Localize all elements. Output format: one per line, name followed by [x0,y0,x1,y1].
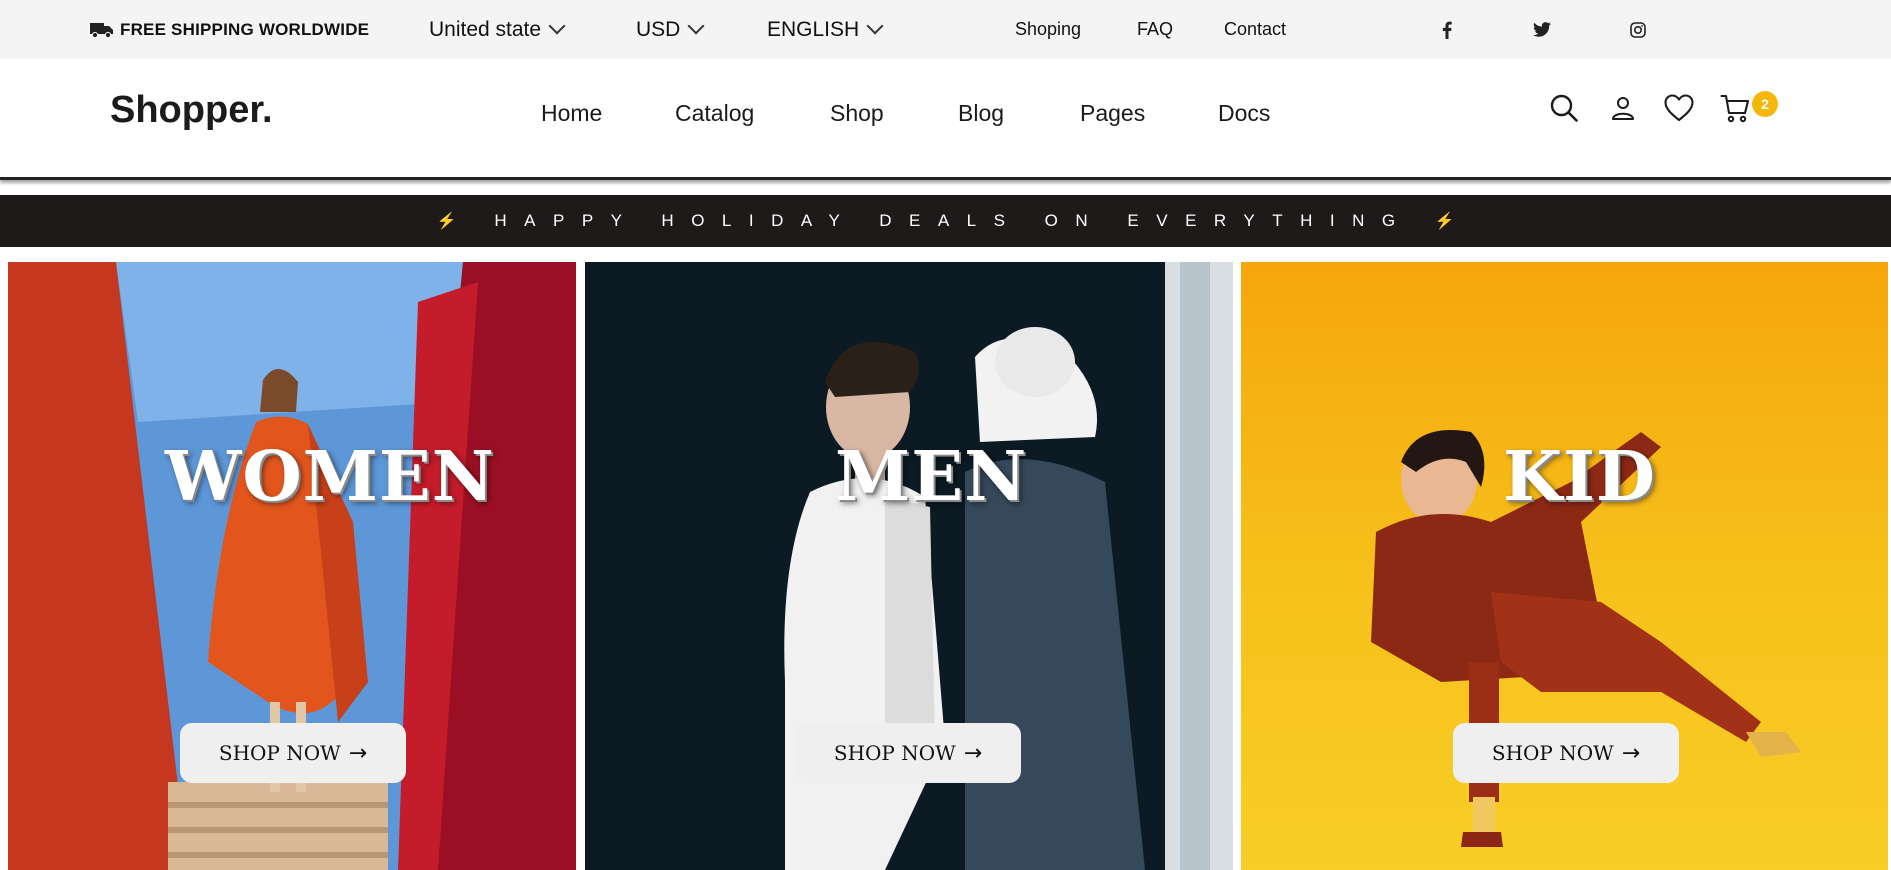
category-card-men[interactable]: MEN SHOP NOW → [585,262,1233,870]
chevron-down-icon [866,17,884,34]
shop-now-men-button[interactable]: SHOP NOW → [795,723,1021,783]
nav-shop[interactable]: Shop [830,100,884,127]
arrow-right-icon: → [963,740,983,766]
category-card-women[interactable]: WOMEN SHOP NOW → [8,262,576,870]
chevron-down-icon [548,17,566,34]
user-icon[interactable] [1607,92,1639,124]
arrow-right-icon: → [1621,740,1641,766]
shop-now-women-button[interactable]: SHOP NOW → [180,723,406,783]
nav-blog[interactable]: Blog [958,100,1004,127]
category-title-men: MEN [835,437,1028,517]
nav-catalog[interactable]: Catalog [675,100,754,127]
category-title-kid: KID [1503,437,1656,517]
category-card-kid[interactable]: KID SHOP NOW → [1241,262,1888,870]
currency-value: USD [636,17,681,41]
shop-now-kid-button[interactable]: SHOP NOW → [1453,723,1679,783]
currency-selector[interactable]: USD [636,0,705,59]
chevron-down-icon [687,17,705,34]
language-value: ENGLISH [767,17,860,41]
lightning-icon: ⚡ [1434,213,1455,230]
promo-banner: ⚡ HAPPY HOLIDAY DEALS ON EVERYTHING ⚡ [0,195,1891,247]
truck-icon [90,22,113,38]
country-selector[interactable]: United state [429,0,566,59]
arrow-right-icon: → [348,740,368,766]
logo[interactable]: Shopper. [110,89,273,132]
contact-link[interactable]: Contact [1224,0,1286,59]
search-icon[interactable] [1548,92,1580,124]
cart-icon[interactable] [1719,92,1751,124]
heart-icon[interactable] [1663,92,1695,124]
cart-count-badge: 2 [1752,91,1778,117]
top-bar: FREE SHIPPING WORLDWIDE United state USD… [0,0,1891,59]
category-title-women: WOMEN [165,437,495,517]
promo-text: HAPPY HOLIDAY DEALS ON EVERYTHING [494,211,1413,230]
instagram-icon[interactable] [1626,0,1650,59]
twitter-icon[interactable] [1530,0,1554,59]
shop-now-label: SHOP NOW [1491,741,1614,765]
shop-now-label: SHOP NOW [833,741,956,765]
shipping-text: FREE SHIPPING WORLDWIDE [120,19,370,39]
nav-docs[interactable]: Docs [1218,100,1270,127]
lightning-icon: ⚡ [436,213,457,230]
nav-pages[interactable]: Pages [1080,100,1145,127]
main-header: Shopper. Home Catalog Shop Blog Pages Do… [0,59,1891,180]
free-shipping-notice: FREE SHIPPING WORLDWIDE [90,0,369,59]
shoping-link[interactable]: Shoping [1015,0,1081,59]
nav-home[interactable]: Home [541,100,602,127]
country-value: United state [429,17,542,41]
shop-now-label: SHOP NOW [218,741,341,765]
facebook-icon[interactable] [1435,0,1459,59]
faq-link[interactable]: FAQ [1137,0,1173,59]
language-selector[interactable]: ENGLISH [767,0,884,59]
